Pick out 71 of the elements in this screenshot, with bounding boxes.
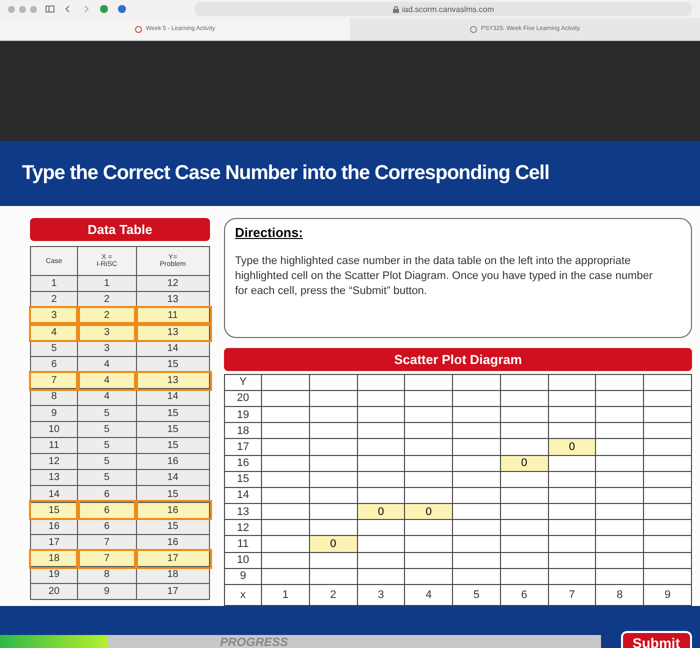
answer-field[interactable]: 0 — [310, 536, 357, 552]
table-cell: 5 — [78, 405, 136, 422]
axis-label: 15 — [224, 471, 262, 488]
table-cell: 14 — [136, 340, 210, 356]
table-cell: 16 — [30, 518, 78, 534]
table-cell: 15 — [136, 405, 210, 422]
table-cell: 13 — [136, 372, 210, 389]
table-cell: 12 — [136, 276, 210, 292]
table-cell: 5 — [78, 421, 136, 438]
table-cell: 15 — [136, 437, 210, 454]
table-cell: 18 — [136, 566, 210, 584]
table-cell: 1 — [78, 276, 136, 292]
axis-label: 16 — [224, 455, 262, 472]
table-cell: 16 — [136, 454, 210, 470]
tab-icon — [470, 26, 478, 32]
table-cell: 16 — [136, 502, 210, 518]
table-cell: 12 — [30, 454, 78, 470]
axis-label: 13 — [224, 504, 262, 520]
sidebar-icon[interactable] — [45, 4, 55, 14]
table-cell: 19 — [30, 566, 78, 584]
axis-label: 14 — [224, 487, 262, 504]
table-cell: 17 — [136, 550, 210, 567]
address-bar[interactable]: iad.scorm.canvaslms.com — [195, 2, 692, 16]
table-cell: 13 — [30, 470, 78, 486]
table-cell: 9 — [78, 583, 136, 600]
axis-label: 9 — [224, 568, 262, 584]
progress-label: PROGRESS — [220, 635, 288, 648]
table-cell: 1 — [30, 276, 78, 292]
table-cell: 15 — [136, 518, 210, 534]
directions-text: Type the highlighted case number in the data table on the left into the appropriate highlighted cell on the Scatter Plot Diagram. Once you have typed in the case number for each cell, press the “Submit” button. — [235, 254, 654, 299]
table-cell: 10 — [30, 421, 78, 438]
axis-label: 11 — [224, 536, 262, 552]
table-cell: 11 — [30, 437, 78, 454]
axis-label: 18 — [224, 422, 262, 439]
axis-label: 19 — [224, 406, 262, 423]
table-cell: 7 — [78, 550, 136, 567]
axis-label: 17 — [224, 438, 262, 455]
table-title: Data Table — [30, 218, 210, 241]
table-cell: 5 — [78, 437, 136, 454]
table-cell: 4 — [78, 388, 136, 405]
table-cell: 5 — [30, 340, 78, 356]
table-cell: 5 — [78, 470, 136, 486]
table-cell: 6 — [78, 518, 136, 534]
axis-label: 12 — [224, 520, 262, 536]
answer-field[interactable]: 0 — [405, 504, 452, 520]
answer-field[interactable]: 0 — [548, 439, 596, 454]
answer-field[interactable]: 0 — [358, 504, 404, 520]
page-title: Type the Correct Case Number into the Corresponding Cell — [22, 162, 550, 185]
table-cell: 15 — [136, 421, 210, 438]
lock-icon — [392, 6, 399, 12]
table-cell: 8 — [78, 566, 136, 584]
table-cell: 8 — [30, 388, 78, 405]
table-cell: 14 — [136, 470, 210, 486]
axis-label: 20 — [224, 390, 262, 406]
diagram-title: Scatter Plot Diagram — [224, 348, 692, 371]
table-cell: 3 — [78, 340, 136, 356]
table-cell: 4 — [78, 372, 136, 389]
table-cell: 17 — [136, 583, 210, 600]
table-cell: 9 — [30, 405, 78, 422]
table-cell: 7 — [30, 372, 78, 389]
directions-heading: Directions: — [235, 225, 304, 240]
table-cell: 15 — [30, 502, 78, 518]
table-cell: 14 — [136, 388, 210, 405]
table-cell: 20 — [30, 583, 78, 600]
submit-button[interactable]: Submit — [620, 631, 692, 648]
axis-label: 10 — [224, 552, 262, 568]
tab-icon — [134, 26, 142, 32]
axis-label: Y — [224, 374, 262, 390]
table-cell: 5 — [78, 454, 136, 470]
answer-field[interactable]: 0 — [500, 456, 548, 471]
table-cell: 18 — [30, 550, 78, 567]
